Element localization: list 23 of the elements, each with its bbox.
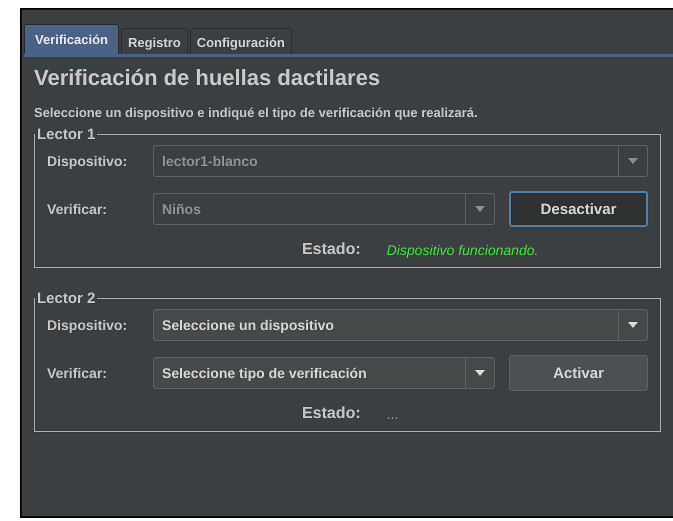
status-label: Estado: (302, 241, 361, 259)
field-label: Verificar: (47, 201, 108, 217)
device-dropdown[interactable]: Seleccione un dispositivo (153, 309, 648, 341)
caret-icon (475, 370, 485, 376)
status-text: Dispositivo funcionando. (386, 242, 538, 258)
caret-icon (628, 158, 638, 164)
caret-icon (628, 322, 638, 328)
page-title: Verificación de huellas dactilares (34, 65, 382, 91)
caret-icon (475, 206, 485, 212)
verification-dropdown[interactable]: Seleccione tipo de verificación (153, 357, 495, 389)
field-label: Dispositivo: (47, 153, 128, 169)
tab[interactable]: Registro (120, 28, 188, 54)
field-label: Verificar: (47, 365, 108, 381)
toggle-button[interactable]: Activar (509, 355, 648, 391)
toggle-button[interactable]: Desactivar (509, 191, 648, 227)
instructions-text: Seleccione un dispositivo e indiqué el tipo de verificación que realizará. (34, 105, 479, 120)
group-title: Lector 1 (36, 126, 96, 143)
status-text: ... (386, 406, 398, 422)
field-label: Dispositivo: (47, 317, 128, 333)
tab[interactable]: Verificación (24, 24, 119, 54)
group-title: Lector 2 (36, 290, 96, 307)
status-label: Estado: (302, 405, 361, 423)
tab[interactable]: Configuración (190, 28, 292, 54)
